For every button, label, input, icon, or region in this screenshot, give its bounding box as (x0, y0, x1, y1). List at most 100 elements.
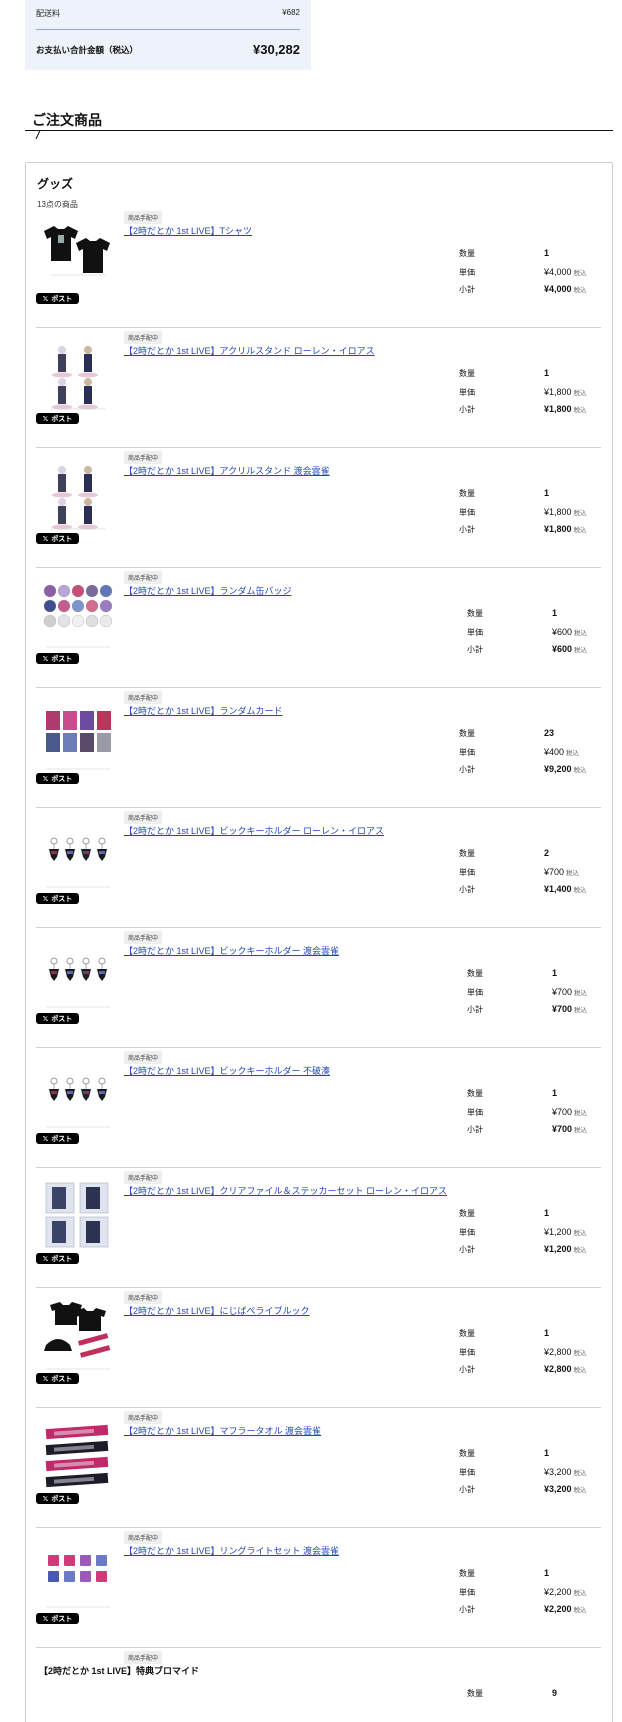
unit-price-row: 単価 ¥1,800 税込 (459, 387, 609, 399)
post-share-button[interactable]: 𝕏 ポスト (36, 1373, 79, 1384)
quantity-value: 1 (544, 1448, 549, 1458)
post-label: ポスト (51, 1135, 73, 1143)
x-logo-icon: 𝕏 (42, 535, 49, 543)
tshirt-image[interactable] (40, 217, 116, 293)
acrylic-stand-image[interactable] (40, 457, 116, 533)
unit-price-row: 単価 ¥600 税込 (467, 627, 617, 639)
quantity-row: 数量 1 (459, 1328, 609, 1340)
shipping-row: 配送料 ¥682 (36, 8, 300, 19)
post-share-button[interactable]: 𝕏 ポスト (36, 1013, 79, 1024)
product-link[interactable]: 【2時だとか 1st LIVE】ビックキーホルダー 渡会雲雀 (124, 944, 339, 957)
subtotal-number: ¥1,400 (544, 884, 572, 894)
unit-price-number: ¥2,800 (544, 1347, 572, 1357)
post-share-button[interactable]: 𝕏 ポスト (36, 1133, 79, 1144)
unit-price-label: 単価 (467, 1108, 483, 1117)
tax-note: 税込 (573, 1230, 587, 1237)
product-link[interactable]: 【2時だとか 1st LIVE】マフラータオル 渡会雲雀 (124, 1424, 321, 1437)
subtotal-value: ¥600 税込 (552, 644, 587, 654)
subtotal-label: 小計 (459, 525, 475, 534)
total-row: お支払い合計金額（税込） ¥30,282 (36, 42, 300, 57)
badge-image[interactable] (40, 577, 116, 653)
post-label: ポスト (51, 775, 73, 783)
tax-note: 税込 (573, 287, 587, 294)
tax-note: 税込 (566, 750, 580, 757)
quantity-number: 1 (552, 1088, 558, 1098)
quantity-number: 1 (544, 1328, 550, 1338)
product-link[interactable]: 【2時だとか 1st LIVE】ランダム缶バッジ (124, 584, 292, 597)
order-item: 商品手配中 【2時だとか 1st LIVE】特典ブロマイド 数量 9 (36, 1648, 601, 1722)
ringlight-image[interactable] (40, 1537, 116, 1613)
quantity-value: 1 (544, 1208, 549, 1218)
product-link[interactable]: 【2時だとか 1st LIVE】アクリルスタンド 渡会雲雀 (124, 464, 330, 477)
subtotal-number: ¥600 (552, 644, 573, 654)
post-share-button[interactable]: 𝕏 ポスト (36, 653, 79, 664)
tax-note: 税込 (573, 1470, 587, 1477)
unit-price-value: ¥3,200 税込 (544, 1467, 587, 1477)
post-share-button[interactable]: 𝕏 ポスト (36, 293, 79, 304)
card-image[interactable] (40, 697, 116, 773)
product-link[interactable]: 【2時だとか 1st LIVE】リングライトセット 渡会雲雀 (124, 1544, 339, 1557)
unit-price-value: ¥4,000 税込 (544, 267, 587, 277)
keychain-image[interactable] (40, 817, 116, 893)
unit-price-label: 単価 (467, 628, 483, 637)
unit-price-row: 単価 ¥1,200 税込 (459, 1227, 609, 1239)
x-logo-icon: 𝕏 (42, 775, 49, 783)
post-share-button[interactable]: 𝕏 ポスト (36, 1253, 79, 1264)
quantity-label: 数量 (459, 849, 475, 858)
post-share-button[interactable]: 𝕏 ポスト (36, 533, 79, 544)
order-item: 𝕏 ポスト 商品手配中 【2時だとか 1st LIVE】リングライトセット 渡会雲雀数… (36, 1528, 601, 1648)
acrylic-stand-image[interactable] (40, 337, 116, 413)
post-share-button[interactable]: 𝕏 ポスト (36, 773, 79, 784)
quantity-number: 1 (544, 368, 550, 378)
post-share-button[interactable]: 𝕏 ポスト (36, 413, 79, 424)
post-label: ポスト (51, 655, 73, 663)
product-link[interactable]: 【2時だとか 1st LIVE】アクリルスタンド ローレン・イロアス (124, 344, 375, 357)
status-badge: 商品手配中 (124, 571, 163, 584)
subtotal-value: ¥9,200 税込 (544, 764, 587, 774)
product-link[interactable]: 【2時だとか 1st LIVE】にじばぺライブルック (124, 1304, 310, 1317)
product-link[interactable]: 【2時だとか 1st LIVE】ランダムカード (124, 704, 283, 717)
tax-note: 税込 (574, 1127, 588, 1134)
unit-price-label: 単価 (459, 1228, 475, 1237)
post-share-button[interactable]: 𝕏 ポスト (36, 893, 79, 904)
quantity-row: 数量 1 (467, 608, 617, 620)
tax-note: 税込 (574, 990, 588, 997)
post-share-button[interactable]: 𝕏 ポスト (36, 1613, 79, 1624)
tax-note: 税込 (573, 887, 587, 894)
keychain-image[interactable] (40, 1057, 116, 1133)
towel-image[interactable] (40, 1417, 116, 1493)
subtotal-value: ¥1,400 税込 (544, 884, 587, 894)
tax-note: 税込 (573, 1607, 587, 1614)
status-badge: 商品手配中 (124, 1531, 163, 1544)
clearfile-image[interactable] (40, 1177, 116, 1253)
product-link[interactable]: 【2時だとか 1st LIVE】Tシャツ (124, 224, 252, 237)
subtotal-row: 小計 ¥1,200 税込 (459, 1244, 609, 1256)
subtotal-value: ¥3,200 税込 (544, 1484, 587, 1494)
subtotal-row: 小計 ¥1,800 税込 (459, 524, 609, 536)
post-label: ポスト (51, 1495, 73, 1503)
subtotal-number: ¥1,800 (544, 524, 572, 534)
keychain-image[interactable] (40, 937, 116, 1013)
quantity-label: 数量 (459, 249, 475, 258)
order-item: 𝕏 ポスト 商品手配中 【2時だとか 1st LIVE】ビックキーホルダー 不破湊 数量… (36, 1048, 601, 1168)
unit-price-value: ¥700 税込 (544, 867, 579, 877)
shipping-label: 配送料 (36, 9, 60, 18)
product-link[interactable]: 【2時だとか 1st LIVE】ビックキーホルダー ローレン・イロアス (124, 824, 384, 837)
unit-price-label: 単価 (459, 508, 475, 517)
livelook-image[interactable] (40, 1297, 116, 1373)
tax-note: 税込 (573, 1247, 587, 1254)
unit-price-value: ¥1,200 税込 (544, 1227, 587, 1237)
x-logo-icon: 𝕏 (42, 1615, 49, 1623)
product-link[interactable]: 【2時だとか 1st LIVE】ビックキーホルダー 不破湊 (124, 1064, 330, 1077)
post-share-button[interactable]: 𝕏 ポスト (36, 1493, 79, 1504)
subtotal-label: 小計 (467, 1125, 483, 1134)
x-logo-icon: 𝕏 (42, 1015, 49, 1023)
shipping-value: ¥682 (282, 8, 300, 17)
order-item: 𝕏 ポスト 商品手配中 【2時だとか 1st LIVE】ビックキーホルダー 渡会雲雀数… (36, 928, 601, 1048)
subtotal-label: 小計 (459, 405, 475, 414)
tax-note: 税込 (574, 647, 588, 654)
product-link[interactable]: 【2時だとか 1st LIVE】クリアファイル＆ステッカーセット ローレン・イロ… (124, 1184, 447, 1197)
quantity-row: 数量 1 (467, 1088, 617, 1100)
subtotal-row: 小計 ¥700 税込 (467, 1004, 617, 1016)
quantity-row: 数量 9 (467, 1688, 617, 1700)
